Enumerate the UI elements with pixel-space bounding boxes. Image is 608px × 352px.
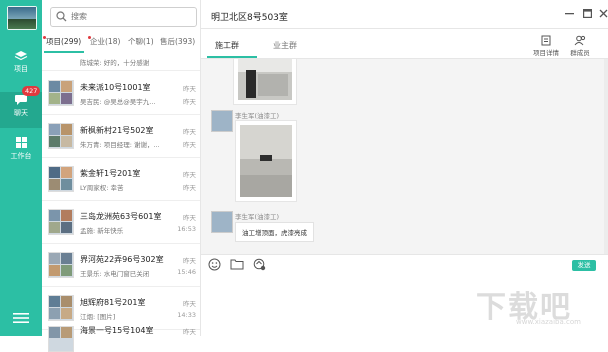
conversation-name: 旭辉府81号201室 (80, 298, 146, 307)
conversation-time: 昨天 (183, 98, 196, 106)
conversation-name: 三岛龙洲苑63号601室 (80, 212, 162, 221)
conversation-time: 昨天 (183, 184, 196, 192)
tool-label: 群成员 (570, 49, 590, 57)
conversation-preview: 朱万青: 项目经理: 谢谢，... (80, 141, 160, 149)
conversation-preview: 吴吉民: @吴总@吴宇九... (80, 98, 156, 106)
conversation-item[interactable]: 新枫新村21号502室 朱万青: 项目经理: 谢谢，... 昨天 昨天 (42, 115, 200, 158)
send-button[interactable]: 发送 (572, 260, 596, 271)
tool-label: 项目详情 (533, 49, 559, 57)
search-input[interactable] (71, 10, 189, 23)
project-details-icon (541, 35, 550, 46)
search-icon (56, 11, 67, 22)
conversation-time: 昨天 (183, 141, 196, 149)
text-message[interactable]: 油工增顶面，虎漆亮成 (235, 222, 314, 242)
conversation-panel: 项目(299) 企业(18) 个聊(1) 售后(393) 陈城荣: 好的，十分感… (42, 0, 201, 352)
group-avatar (48, 326, 74, 352)
group-avatar (48, 123, 74, 149)
conversation-preview: 王景乐: 水电门窗已关闭 (80, 270, 150, 278)
group-avatar (48, 166, 74, 192)
tab-construction-group[interactable]: 施工群 (215, 40, 239, 51)
chat-title: 明卫北区8号503室 (211, 13, 288, 23)
image-message[interactable] (233, 59, 297, 105)
emoji-icon[interactable] (208, 258, 221, 271)
sender-avatar[interactable] (211, 211, 233, 233)
minimize-icon[interactable] (565, 12, 574, 16)
conversation-item[interactable]: 界河苑22弄96号302室 王景乐: 水电门窗已关闭 昨天 15:46 (42, 244, 200, 287)
group-members-icon (574, 35, 586, 46)
group-avatar (48, 80, 74, 106)
grid-icon (15, 137, 27, 148)
photo-thumbnail (240, 125, 292, 197)
filter-tab-enterprise[interactable]: 企业(18) (90, 36, 120, 47)
message-list: 李生军(油漆工) 李生军(油漆工) 油工增顶面，虎漆亮成 (201, 59, 608, 254)
maximize-icon[interactable] (583, 9, 592, 18)
project-details-button[interactable]: 项目详情 (531, 35, 561, 57)
filter-tab-personal[interactable]: 个聊(1) (128, 36, 154, 47)
conversation-time: 昨天 (183, 300, 196, 308)
layers-icon (14, 51, 28, 61)
sender-name: 李生军(油漆工) (235, 112, 280, 120)
conversation-name: 界河苑22弄96号302室 (80, 255, 164, 264)
unread-badge: 427 (22, 86, 41, 96)
conversation-preview: LY周家权: 幸苦 (80, 184, 124, 192)
app-logo[interactable] (7, 6, 37, 30)
group-avatar (48, 209, 74, 235)
conversation-time: 昨天 (183, 328, 196, 336)
rail-item-label: 项目 (14, 65, 28, 73)
conversation-preview: 孟施: 新年快乐 (80, 227, 124, 235)
rail-item-label: 工作台 (10, 152, 32, 160)
message-scrollbar[interactable] (604, 59, 608, 254)
conversation-time: 昨天 (183, 171, 196, 179)
conversation-name: 新枫新村21号502室 (80, 126, 154, 135)
image-message[interactable] (235, 120, 297, 202)
conversation-item[interactable]: 三岛龙洲苑63号601室 孟施: 新年快乐 昨天 16:53 (42, 201, 200, 244)
search-box[interactable] (50, 7, 197, 27)
conversation-name: 海景一号15号104室 (80, 326, 154, 335)
watermark: 下载吧 www.xiazaiba.com (476, 282, 602, 332)
rail-item-workbench[interactable]: 工作台 (0, 136, 42, 168)
group-avatar (48, 252, 74, 278)
conversation-time: 14:33 (177, 311, 196, 319)
rail-item-project[interactable]: 项目 (0, 50, 42, 82)
conversation-item[interactable]: 未来派10号1001室 吴吉民: @吴总@吴宇九... 昨天 昨天 (42, 72, 200, 115)
rail-item-chat[interactable]: 427 聊天 (0, 86, 42, 128)
divider (201, 28, 608, 29)
group-members-button[interactable]: 群成员 (565, 35, 595, 57)
folder-icon[interactable] (230, 258, 244, 270)
conversation-preview: 陈城荣: 好的，十分感谢 (80, 59, 150, 67)
conversation-time: 16:53 (177, 225, 196, 233)
tab-owner-group[interactable]: 业主群 (273, 40, 297, 51)
conversation-name: 未来派10号1001室 (80, 83, 151, 92)
sender-avatar[interactable] (211, 110, 233, 132)
conversation-time: 昨天 (183, 257, 196, 265)
conversation-item[interactable]: 海景一号15号104室 昨天 (42, 322, 200, 352)
conversation-time: 15:46 (177, 268, 196, 276)
divider (201, 254, 608, 255)
conversation-preview: 江烟: [图片] (80, 313, 116, 321)
conversation-name: 紫金轩1号201室 (80, 169, 141, 178)
filter-tab-aftersales[interactable]: 售后(393) (160, 36, 195, 47)
sender-name: 李生军(油漆工) (235, 213, 280, 221)
active-filter-indicator (44, 51, 84, 53)
photo-thumbnail (238, 59, 292, 100)
conversation-time: 昨天 (183, 128, 196, 136)
conversation-item[interactable]: 陈城荣: 好的，十分感谢 (42, 54, 200, 71)
hamburger-icon[interactable] (13, 312, 29, 324)
side-rail: 项目 427 聊天 工作台 (0, 0, 42, 336)
close-icon[interactable] (599, 9, 608, 18)
conversation-time: 昨天 (183, 85, 196, 93)
conversation-item[interactable]: 紫金轩1号201室 LY周家权: 幸苦 昨天 昨天 (42, 158, 200, 201)
screenshot-icon[interactable] (253, 258, 266, 271)
filter-tab-project[interactable]: 项目(299) (46, 36, 81, 47)
watermark-url: www.xiazaiba.com (516, 318, 581, 326)
filter-tabs: 项目(299) 企业(18) 个聊(1) 售后(393) (42, 36, 200, 50)
group-avatar (48, 295, 74, 321)
conversation-time: 昨天 (183, 214, 196, 222)
rail-item-label: 聊天 (14, 109, 28, 117)
